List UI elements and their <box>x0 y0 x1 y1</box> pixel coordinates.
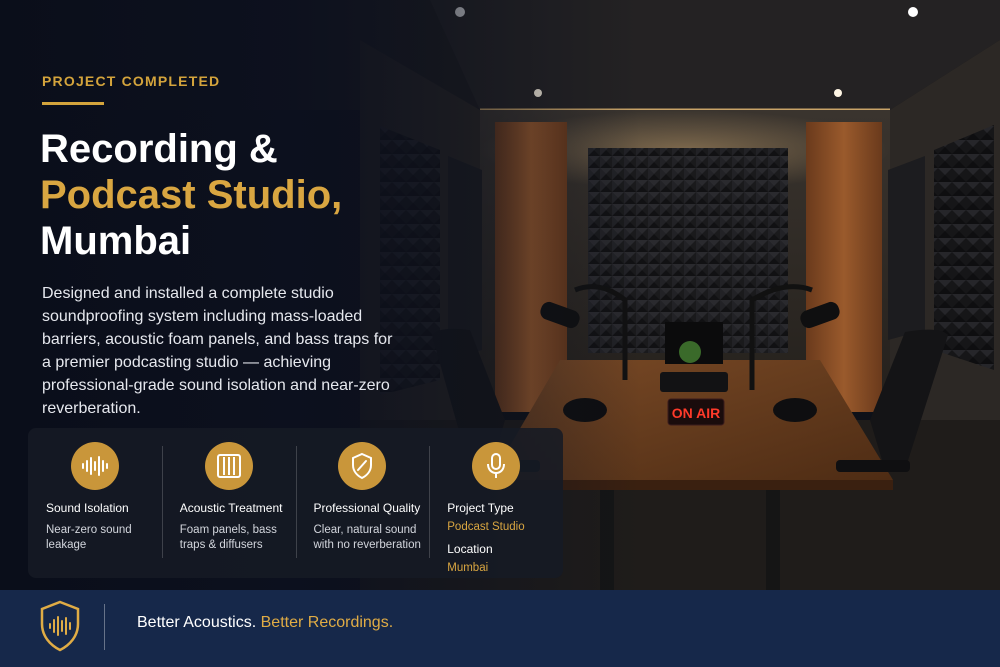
title-line-3: Mumbai <box>40 219 192 263</box>
feature-title: Sound Isolation <box>46 501 129 515</box>
location-value: Mumbai <box>447 562 489 574</box>
feature-subtitle: Foam panels, bass traps & diffusers <box>179 524 277 551</box>
feature-project-info: Project Type Podcast Studio Location Mum… <box>429 428 563 578</box>
feature-sound-isolation: Sound Isolation Near-zero sound leakage <box>28 428 162 578</box>
on-air-sign: ON AIR <box>672 405 720 421</box>
shield-check-icon <box>338 442 387 490</box>
location-label: Location <box>447 542 493 556</box>
footer-band: Better Acoustics. Better Recordings. <box>0 590 1000 667</box>
feature-professional-quality: Professional Quality Clear, natural soun… <box>295 428 430 578</box>
feature-title: Professional Quality <box>313 501 421 515</box>
feature-subtitle: Clear, natural sound with no reverberati… <box>313 524 421 551</box>
features-panel: Sound Isolation Near-zero sound leakage … <box>28 428 563 578</box>
tagline-primary: Better Acoustics. <box>137 614 257 631</box>
project-type-value: Podcast Studio <box>447 521 525 533</box>
title-line-1: Recording & <box>40 127 278 171</box>
feature-title: Acoustic Treatment <box>179 501 283 515</box>
feature-subtitle: Near-zero sound leakage <box>46 524 132 551</box>
feature-acoustic-treatment: Acoustic Treatment Foam panels, bass tra… <box>161 428 296 578</box>
project-description: Designed and installed a complete studio… <box>42 285 393 417</box>
acoustic-panel-icon <box>204 442 253 490</box>
shield-sound-wave-icon <box>38 599 82 658</box>
tagline-accent: Better Recordings. <box>260 614 394 631</box>
project-type-label: Project Type <box>447 501 514 515</box>
project-status-label: PROJECT COMPLETED <box>42 73 221 89</box>
footer-divider <box>104 604 105 650</box>
title-line-2: Podcast Studio, <box>40 173 343 217</box>
microphone-icon <box>472 442 521 490</box>
footer-tagline: Better Acoustics. Better Recordings. <box>137 614 393 632</box>
eyebrow-divider <box>42 102 104 105</box>
sound-wave-icon <box>70 442 119 490</box>
page-title: Recording & Podcast Studio, Mumbai <box>40 126 460 264</box>
